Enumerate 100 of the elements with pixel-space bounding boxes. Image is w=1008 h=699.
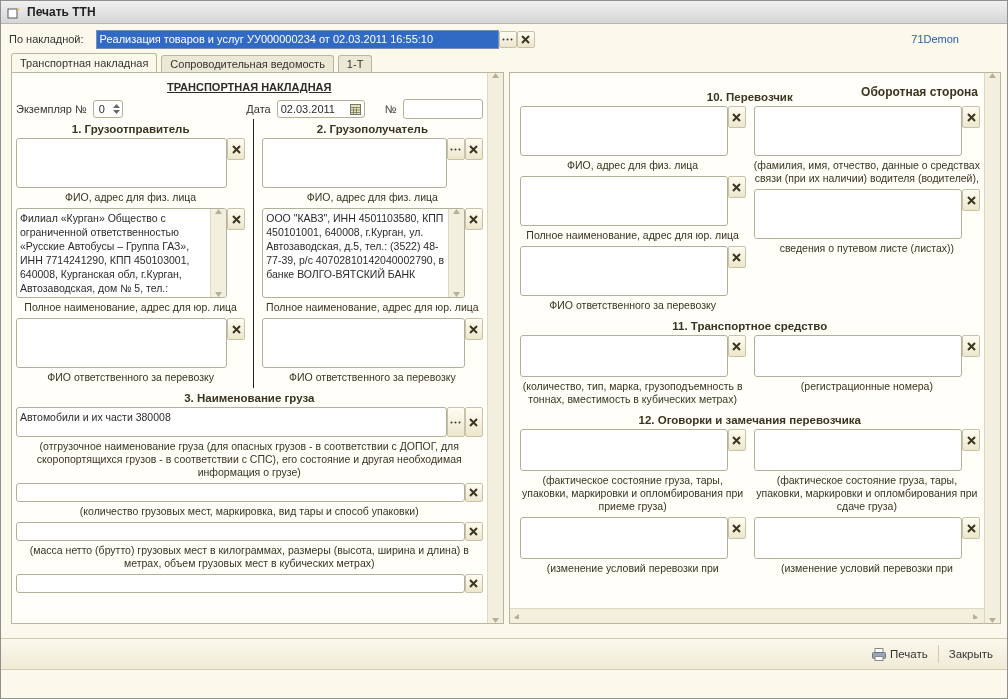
tab[interactable]: Транспортная накладная <box>11 53 158 72</box>
field-caption: Полное наименование, адрес для юр. лица <box>265 301 480 314</box>
scroll-up-icon[interactable] <box>989 73 996 78</box>
field-caption: (фамилия, имя, отчество, данные о средствах связи (при их наличии) водителя (водителей), <box>753 159 980 185</box>
text-field[interactable] <box>16 138 228 188</box>
clear-button[interactable] <box>727 106 746 128</box>
clear-button[interactable] <box>962 189 980 211</box>
text-field[interactable]: Филиал «Курган» Общество с ограниченной ответственностью «Русские Автобусы – Группа ГАЗ», ИНН 7714241290, КПП 450103001, 640008, Курганская обл, г.Курган, Автозаводская, дом № 5, тел.: <box>16 208 228 298</box>
field-caption: Полное наименование, адрес для юр. лица <box>525 229 740 242</box>
text-field[interactable] <box>16 522 465 541</box>
field-caption: Полное наименование, адрес для юр. лица <box>23 301 238 314</box>
text-field[interactable] <box>753 106 962 156</box>
close-icon <box>966 523 976 533</box>
text-field[interactable] <box>16 318 228 368</box>
scrollbar[interactable] <box>486 73 503 623</box>
field-caption: (масса нетто (брутто) грузовых мест в килограммах, размеры (высота, ширина и длина) в метрах, объем грузовых мест в кубических метрах) <box>28 544 470 570</box>
field-caption: ФИО ответственного за перевозку <box>288 371 457 384</box>
scroll-left-icon[interactable] <box>513 613 521 619</box>
field-caption: (фактическое состояние груза, тары, упаковки, маркировки и опломбирования при приеме груза) <box>521 474 745 513</box>
field-caption: сведения о путевом листе (листах)) <box>778 242 956 255</box>
clear-button[interactable] <box>727 335 746 357</box>
scroll-down-icon[interactable] <box>215 292 223 297</box>
clear-button[interactable] <box>464 574 483 593</box>
close-icon <box>966 195 976 205</box>
printer-icon <box>872 647 886 661</box>
scroll-up-icon[interactable] <box>215 209 223 214</box>
text-field[interactable] <box>753 335 962 377</box>
clear-button[interactable] <box>727 517 746 539</box>
more-icon <box>450 147 461 151</box>
close-button[interactable]: Закрыть <box>944 646 997 662</box>
scrollbar[interactable] <box>509 608 984 623</box>
text-field[interactable] <box>753 517 962 559</box>
clear-button[interactable] <box>227 138 246 160</box>
text-field[interactable] <box>519 106 728 156</box>
scroll-down-icon[interactable] <box>989 618 996 623</box>
text-field[interactable] <box>753 189 962 239</box>
close-icon <box>469 488 478 497</box>
copy-label: Экземпляр № <box>16 103 87 115</box>
clear-button[interactable] <box>464 138 483 160</box>
text-field[interactable]: ООО "КАВЗ", ИНН 4501103580, КПП 450101001, 640008, г.Курган, ул. Автозаводская, д.5, тел.: (3522) 48-77-39, р/с 40702810142040002790, в банке ВОЛГО-ВЯТСКИЙ БАНК <box>262 208 465 298</box>
close-icon <box>231 214 241 224</box>
scrollbar[interactable] <box>984 73 1000 623</box>
field-caption: (регистрационные номера) <box>799 380 934 393</box>
clear-button[interactable] <box>962 106 980 128</box>
clear-button[interactable] <box>227 208 246 230</box>
section-heading: 1. Грузоотправитель <box>71 123 190 135</box>
invoice-field[interactable]: Реализация товаров и услуг УУ000000234 от 02.03.2011 16:55:10 <box>95 29 499 49</box>
number-field[interactable] <box>402 99 483 119</box>
section-heading: 11. Транспортное средство <box>672 320 828 332</box>
close-icon <box>469 324 478 334</box>
field-caption: ФИО ответственного за перевозку <box>46 371 215 384</box>
clear-button[interactable] <box>227 318 246 340</box>
text-field[interactable] <box>16 483 465 502</box>
print-button[interactable]: Печать <box>868 645 932 663</box>
clear-button[interactable] <box>464 407 483 437</box>
text-field[interactable] <box>262 318 465 368</box>
text-field[interactable] <box>519 335 728 377</box>
close-icon <box>966 112 976 122</box>
scroll-right-icon[interactable] <box>973 613 980 619</box>
field-caption: ФИО ответственного за перевозку <box>548 299 717 312</box>
clear-button[interactable] <box>727 176 746 198</box>
clear-button[interactable] <box>727 246 746 268</box>
date-field[interactable]: 02.03.2011 <box>276 100 365 118</box>
scroll-down-icon[interactable] <box>491 618 499 623</box>
clear-button[interactable] <box>464 483 483 502</box>
clear-button[interactable] <box>727 429 746 451</box>
clear-button[interactable] <box>464 522 483 541</box>
close-icon <box>732 112 742 122</box>
scroll-down-icon[interactable] <box>452 292 460 297</box>
window-title: Печать ТТН <box>27 5 96 19</box>
scrollbar[interactable] <box>447 209 464 297</box>
text-field[interactable] <box>519 517 728 559</box>
clear-button[interactable] <box>962 517 980 539</box>
spinner-arrows-icon <box>112 103 120 115</box>
scroll-up-icon[interactable] <box>491 73 499 78</box>
text-field[interactable]: Автомобили и их части 380008 <box>16 407 447 437</box>
field-caption: (изменение условий перевозки при <box>545 562 720 575</box>
page-side-title: Оборотная сторона <box>861 85 978 99</box>
close-icon <box>966 341 976 351</box>
invoice-label: По накладной: <box>9 33 84 45</box>
text-field[interactable] <box>16 574 465 593</box>
document-title: ТРАНСПОРТНАЯ НАКЛАДНАЯ <box>166 81 333 93</box>
copy-spinner[interactable]: 0 <box>92 100 123 118</box>
text-field[interactable] <box>519 246 728 296</box>
scroll-up-icon[interactable] <box>452 209 460 214</box>
clear-button[interactable] <box>516 30 535 48</box>
user-link[interactable]: 71Demon <box>911 33 959 45</box>
text-field[interactable] <box>753 429 962 471</box>
clear-button[interactable] <box>464 318 483 340</box>
tab[interactable]: 1-Т <box>337 55 373 72</box>
clear-button[interactable] <box>962 335 980 357</box>
text-field[interactable] <box>519 176 728 226</box>
text-field[interactable] <box>262 138 447 188</box>
tab[interactable]: Сопроводительная ведомость <box>161 55 334 72</box>
clear-button[interactable] <box>962 429 980 451</box>
scrollbar[interactable] <box>210 209 227 297</box>
text-field[interactable] <box>519 429 728 471</box>
calendar-icon <box>349 103 361 115</box>
close-icon <box>469 417 478 427</box>
clear-button[interactable] <box>464 208 483 230</box>
